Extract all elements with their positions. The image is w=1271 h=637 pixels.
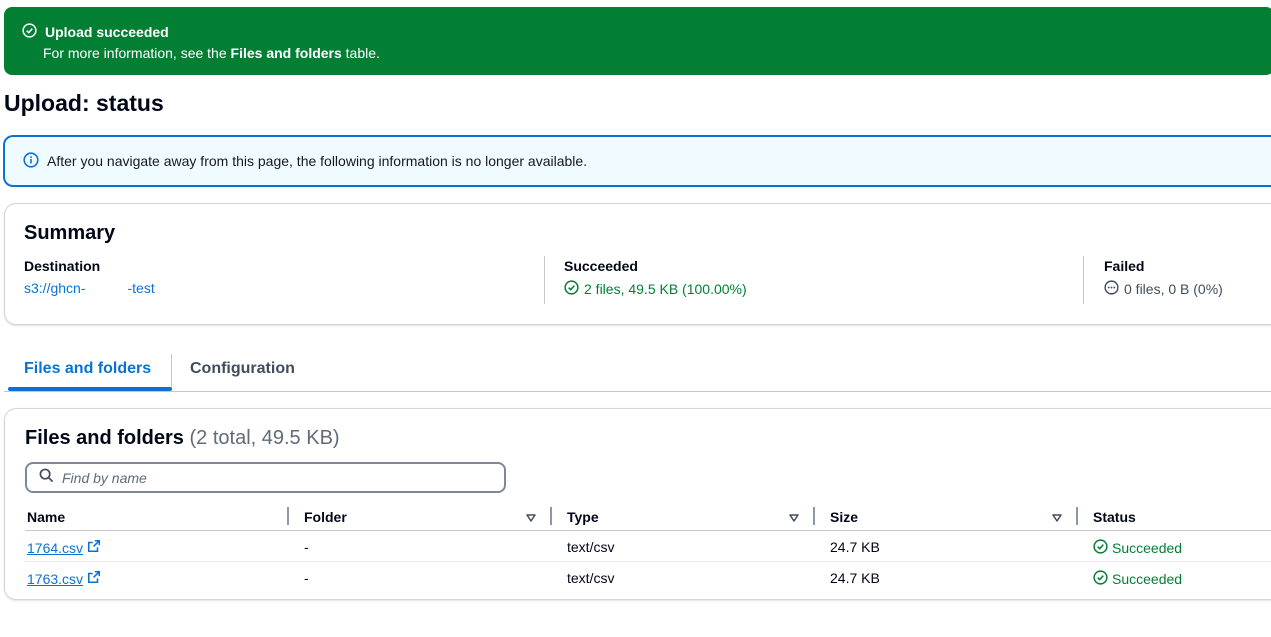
- ellipsis-circle-icon: [1104, 280, 1119, 298]
- check-circle-icon: [1093, 570, 1108, 588]
- info-icon: [23, 151, 39, 171]
- destination-link[interactable]: s3://ghcn- -test: [24, 280, 155, 296]
- folder-cell: -: [304, 539, 309, 555]
- info-text: After you navigate away from this page, …: [47, 153, 588, 169]
- info-alert: After you navigate away from this page, …: [3, 135, 1271, 187]
- flash-message: For more information, see the Files and …: [43, 45, 380, 61]
- column-resizer[interactable]: [287, 507, 289, 525]
- failed-value: 0 files, 0 B (0%): [1124, 281, 1223, 297]
- tab-configuration[interactable]: Configuration: [190, 360, 295, 378]
- sort-caret-icon[interactable]: [789, 510, 799, 528]
- summary-title: Summary: [24, 222, 116, 244]
- files-table: Name Folder Type Size Status 1764.csv - …: [25, 502, 1271, 593]
- files-title: Files and folders: [25, 427, 184, 449]
- check-circle-icon: [1093, 539, 1108, 557]
- status-text: Succeeded: [1112, 571, 1183, 587]
- external-link-icon[interactable]: [87, 570, 101, 587]
- sort-caret-icon[interactable]: [1052, 510, 1062, 528]
- search-icon: [39, 468, 54, 488]
- size-cell: 24.7 KB: [830, 539, 880, 555]
- file-link[interactable]: 1764.csv: [27, 540, 83, 556]
- flash-title: Upload succeeded: [45, 24, 169, 40]
- files-count: (2 total, 49.5 KB): [189, 427, 340, 449]
- search-input[interactable]: [62, 469, 482, 486]
- destination-label: Destination: [24, 258, 101, 274]
- check-circle-icon: [564, 280, 579, 298]
- succeeded-column: Succeeded 2 files, 49.5 KB (100.00%): [564, 258, 747, 298]
- column-header-size[interactable]: Size: [830, 509, 858, 525]
- active-tab-indicator: [8, 387, 172, 391]
- column-resizer[interactable]: [550, 507, 552, 525]
- status-text: Succeeded: [1112, 540, 1183, 556]
- table-row: 1763.csv - text/csv 24.7 KB Succeeded: [25, 562, 1271, 593]
- failed-column: Failed 0 files, 0 B (0%): [1104, 258, 1223, 298]
- size-cell: 24.7 KB: [830, 570, 880, 586]
- files-and-folders-container: Files and folders (2 total, 49.5 KB) Nam…: [4, 408, 1271, 600]
- file-name-cell: 1764.csv: [27, 539, 101, 556]
- type-cell: text/csv: [567, 570, 615, 586]
- destination-column: Destination s3://ghcn- -test: [24, 258, 155, 296]
- succeeded-label: Succeeded: [564, 258, 638, 274]
- tab-files-and-folders[interactable]: Files and folders: [24, 360, 151, 378]
- table-header: Name Folder Type Size Status: [25, 502, 1271, 531]
- folder-cell: -: [304, 570, 309, 586]
- succeeded-value: 2 files, 49.5 KB (100.00%): [584, 281, 747, 297]
- column-header-status[interactable]: Status: [1093, 509, 1136, 525]
- status-cell: Succeeded: [1093, 539, 1182, 557]
- external-link-icon[interactable]: [87, 539, 101, 556]
- status-cell: Succeeded: [1093, 570, 1182, 588]
- tab-bar: Files and folders Configuration: [4, 348, 1271, 392]
- tab-separator: [171, 354, 172, 388]
- table-row: 1764.csv - text/csv 24.7 KB Succeeded: [25, 531, 1271, 562]
- success-flash-banner: Upload succeeded For more information, s…: [4, 7, 1271, 75]
- check-circle-icon: [22, 23, 37, 41]
- file-link[interactable]: 1763.csv: [27, 571, 83, 587]
- page-title: Upload: status: [4, 90, 164, 116]
- column-header-name[interactable]: Name: [27, 509, 65, 525]
- files-header: Files and folders (2 total, 49.5 KB): [25, 427, 340, 450]
- sort-caret-icon[interactable]: [526, 510, 536, 528]
- search-box[interactable]: [25, 462, 506, 493]
- summary-divider: [1083, 256, 1084, 304]
- column-resizer[interactable]: [1076, 507, 1078, 525]
- file-name-cell: 1763.csv: [27, 570, 101, 587]
- column-header-type[interactable]: Type: [567, 509, 599, 525]
- summary-container: Summary Destination s3://ghcn- -test Suc…: [4, 203, 1271, 325]
- failed-label: Failed: [1104, 258, 1145, 274]
- type-cell: text/csv: [567, 539, 615, 555]
- column-header-folder[interactable]: Folder: [304, 509, 347, 525]
- column-resizer[interactable]: [813, 507, 815, 525]
- summary-divider: [544, 256, 545, 304]
